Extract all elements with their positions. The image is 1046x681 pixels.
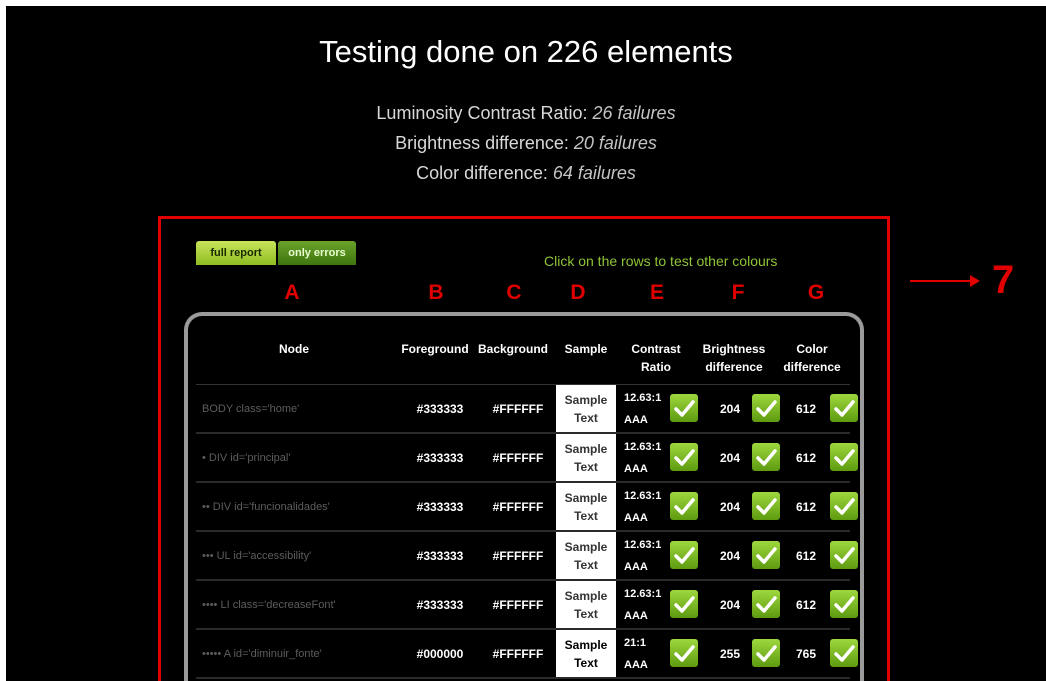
column-marker-g: G bbox=[807, 281, 825, 304]
background-cell: #FFFFFF bbox=[480, 630, 556, 678]
brightness-cell: 204 bbox=[704, 434, 756, 482]
column-marker-b: B bbox=[428, 281, 444, 304]
sample-cell: Sample Text bbox=[556, 385, 616, 433]
check-icon bbox=[752, 541, 780, 569]
header-contrast-ratio: Contrast Ratio bbox=[631, 342, 681, 374]
header-background: Background bbox=[477, 342, 548, 356]
check-icon bbox=[670, 443, 698, 471]
tab-full-report[interactable]: full report bbox=[196, 241, 276, 265]
check-icon bbox=[670, 394, 698, 422]
hint-text: Click on the rows to test other colours bbox=[544, 253, 778, 269]
contrast-ratio-cell: 12.63:1 AAA bbox=[620, 434, 672, 482]
check-icon bbox=[752, 590, 780, 618]
annotation-number: 7 bbox=[992, 258, 1015, 302]
node-cell: •••• LI class='decreaseFont' bbox=[196, 581, 392, 629]
check-icon bbox=[752, 443, 780, 471]
page-title: Testing done on 226 elements bbox=[319, 34, 733, 69]
color-difference-cell: 612 bbox=[782, 532, 830, 580]
header-brightness-difference: Brightness difference bbox=[702, 342, 766, 374]
contrast-ratio-cell: 21:1 AAA bbox=[620, 630, 672, 678]
stat-luminosity: Luminosity Contrast Ratio: 26 failures bbox=[376, 103, 676, 123]
header-node: Node bbox=[279, 342, 309, 356]
summary-stats: Luminosity Contrast Ratio: 26 failures B… bbox=[6, 98, 1046, 188]
report-window: Testing done on 226 elements Luminosity … bbox=[6, 6, 1046, 681]
table-row[interactable]: •• DIV id='funcionalidades' #333333 #FFF… bbox=[196, 483, 858, 532]
sample-cell: Sample Text bbox=[556, 483, 616, 531]
node-cell: • DIV id='principal' bbox=[196, 434, 392, 482]
foreground-cell: #333333 bbox=[404, 385, 476, 433]
column-marker-a: A bbox=[284, 281, 300, 304]
color-difference-cell: 612 bbox=[782, 385, 830, 433]
check-icon bbox=[830, 492, 858, 520]
brightness-cell: 255 bbox=[704, 630, 756, 678]
background-cell: #FFFFFF bbox=[480, 532, 556, 580]
foreground-cell: #333333 bbox=[404, 532, 476, 580]
check-icon bbox=[752, 492, 780, 520]
color-difference-cell: 612 bbox=[782, 434, 830, 482]
arrow-icon bbox=[910, 275, 980, 287]
tab-only-errors[interactable]: only errors bbox=[278, 241, 356, 265]
brightness-cell: 204 bbox=[704, 581, 756, 629]
brightness-cell: 204 bbox=[704, 532, 756, 580]
table-row[interactable]: • DIV id='principal' #333333 #FFFFFF Sam… bbox=[196, 434, 858, 483]
table-row[interactable]: •••• LI class='decreaseFont' #333333 #FF… bbox=[196, 581, 858, 630]
color-difference-cell: 765 bbox=[782, 630, 830, 678]
sample-cell: Sample Text bbox=[556, 434, 616, 482]
check-icon bbox=[752, 394, 780, 422]
background-cell: #FFFFFF bbox=[480, 483, 556, 531]
table-row[interactable]: ••• UL id='accessibility' #333333 #FFFFF… bbox=[196, 532, 858, 581]
foreground-cell: #333333 bbox=[404, 434, 476, 482]
color-difference-cell: 612 bbox=[782, 581, 830, 629]
stat-brightness: Brightness difference: 20 failures bbox=[395, 133, 657, 153]
foreground-cell: #000000 bbox=[404, 630, 476, 678]
stat-color: Color difference: 64 failures bbox=[416, 163, 636, 183]
header-foreground: Foreground bbox=[401, 342, 469, 356]
color-difference-cell: 612 bbox=[782, 483, 830, 531]
contrast-ratio-cell: 12.63:1 AAA bbox=[620, 385, 672, 433]
contrast-ratio-cell: 12.63:1 AAA bbox=[620, 483, 672, 531]
check-icon bbox=[830, 590, 858, 618]
row-divider bbox=[196, 677, 850, 679]
background-cell: #FFFFFF bbox=[480, 434, 556, 482]
check-icon bbox=[752, 639, 780, 667]
column-marker-d: D bbox=[570, 281, 586, 304]
check-icon bbox=[830, 443, 858, 471]
brightness-cell: 204 bbox=[704, 385, 756, 433]
foreground-cell: #333333 bbox=[404, 581, 476, 629]
sample-cell: Sample Text bbox=[556, 532, 616, 580]
background-cell: #FFFFFF bbox=[480, 581, 556, 629]
column-marker-f: F bbox=[731, 281, 745, 304]
check-icon bbox=[670, 639, 698, 667]
contrast-ratio-cell: 12.63:1 AAA bbox=[620, 581, 672, 629]
check-icon bbox=[670, 541, 698, 569]
foreground-cell: #333333 bbox=[404, 483, 476, 531]
contrast-ratio-cell: 12.63:1 AAA bbox=[620, 532, 672, 580]
background-cell: #FFFFFF bbox=[480, 385, 556, 433]
column-marker-e: E bbox=[649, 281, 664, 304]
node-cell: •• DIV id='funcionalidades' bbox=[196, 483, 392, 531]
brightness-cell: 204 bbox=[704, 483, 756, 531]
header-color-difference: Color difference bbox=[783, 342, 841, 374]
node-cell: BODY class='home' bbox=[196, 385, 392, 433]
table-row[interactable]: BODY class='home' #333333 #FFFFFF Sample… bbox=[196, 385, 858, 434]
node-cell: ••• UL id='accessibility' bbox=[196, 532, 392, 580]
check-icon bbox=[830, 394, 858, 422]
node-cell: ••••• A id='diminuir_fonte' bbox=[196, 630, 392, 678]
check-icon bbox=[830, 541, 858, 569]
column-marker-c: C bbox=[506, 281, 522, 304]
check-icon bbox=[670, 492, 698, 520]
check-icon bbox=[670, 590, 698, 618]
sample-cell: Sample Text bbox=[556, 630, 616, 678]
table-row[interactable]: ••••• A id='diminuir_fonte' #000000 #FFF… bbox=[196, 630, 858, 679]
header-sample: Sample bbox=[564, 342, 608, 356]
check-icon bbox=[830, 639, 858, 667]
sample-cell: Sample Text bbox=[556, 581, 616, 629]
